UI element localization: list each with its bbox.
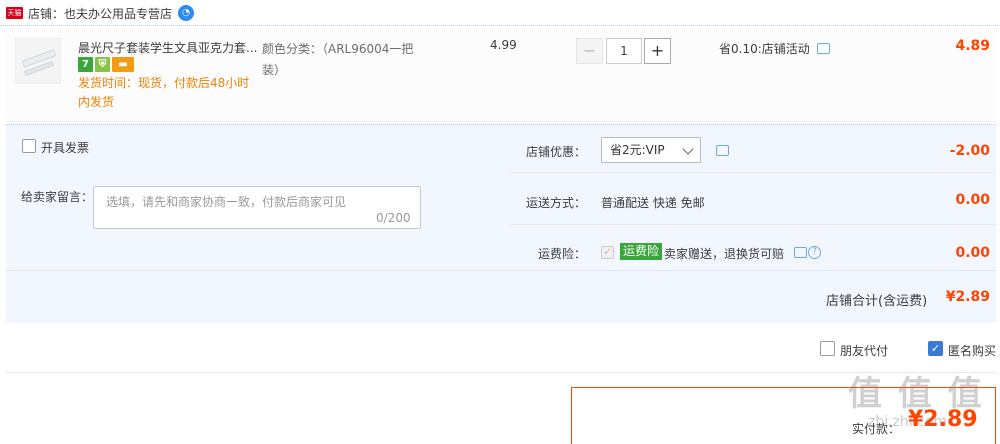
card-icon: ▬ (112, 57, 134, 72)
shipping-method: 普通配送 快递 免邮 (601, 196, 705, 210)
friend-pay-checkbox[interactable] (820, 341, 835, 356)
sku-spec: 颜色分类：（ARL96004一把装） (262, 42, 414, 77)
quantity-increase-button[interactable]: + (644, 38, 671, 64)
watermark-logo: 值 值 值 (848, 374, 984, 414)
discount-selected: 省2元:VIP (610, 143, 665, 157)
shipping-label: 运送方式： (526, 196, 587, 210)
insurance-tag: 运费险 (620, 243, 663, 260)
help-icon[interactable]: ? (808, 246, 821, 259)
shop-name[interactable]: 店铺：也夫办公用品专营店 (28, 5, 172, 22)
shop-total-label: 店铺合计(含运费) (826, 294, 928, 309)
message-char-count: 0/200 (376, 211, 411, 225)
invoice-checkbox[interactable] (22, 139, 36, 153)
total-divider (6, 270, 996, 271)
message-label: 给卖家留言： (21, 190, 94, 204)
quantity-input[interactable]: 1 (606, 38, 642, 64)
insurance-checkbox: ✓ (601, 246, 614, 259)
friend-pay-label[interactable]: 朋友代付 (840, 342, 888, 359)
chevron-down-icon (682, 143, 694, 155)
ship-time: 发货时间：现货，付款后48小时内发货 (78, 76, 250, 109)
quantity-decrease-button[interactable]: − (576, 38, 603, 64)
promo-note-icon[interactable] (817, 43, 830, 54)
discount-value: -2.00 (949, 143, 990, 159)
product-thumbnail[interactable] (15, 38, 61, 84)
shield-icon: ⛨ (95, 57, 110, 72)
seven-day-return-icon: 7 (78, 57, 93, 72)
message-placeholder: 选填，请先和商家协商一致，付款后商家可见 (106, 195, 347, 209)
anonymous-label[interactable]: 匿名购买 (948, 342, 996, 359)
row-divider (509, 172, 996, 173)
item-subtotal: 4.89 (955, 38, 990, 54)
insurance-cost: 0.00 (955, 245, 990, 261)
product-title[interactable]: 晨光尺子套装学生文具亚克力套... (78, 39, 258, 56)
shipping-cost: 0.00 (955, 192, 990, 208)
tmall-badge-icon: 天猫 (6, 7, 23, 19)
insurance-text: 卖家赠送，退换货可赔 (664, 247, 785, 261)
discount-note-icon[interactable] (716, 145, 729, 156)
invoice-label[interactable]: 开具发票 (41, 139, 89, 156)
anonymous-checkbox[interactable]: ✓ (928, 341, 943, 356)
unit-price: 4.99 (490, 38, 517, 52)
row-divider (509, 224, 996, 225)
discount-select[interactable]: 省2元:VIP (601, 137, 701, 163)
insurance-label: 运费险： (538, 247, 587, 261)
chat-bubble-icon[interactable]: ◔ (178, 5, 194, 21)
discount-label: 店铺优惠： (526, 145, 587, 159)
service-badges: 7 ⛨ ▬ (78, 57, 136, 73)
insurance-note-icon[interactable] (794, 247, 807, 258)
shop-total-value: ¥2.89 (945, 289, 990, 305)
promo-text: 省0.10:店铺活动 (719, 42, 810, 56)
watermark-url: zhi.zhi.com (868, 414, 948, 430)
